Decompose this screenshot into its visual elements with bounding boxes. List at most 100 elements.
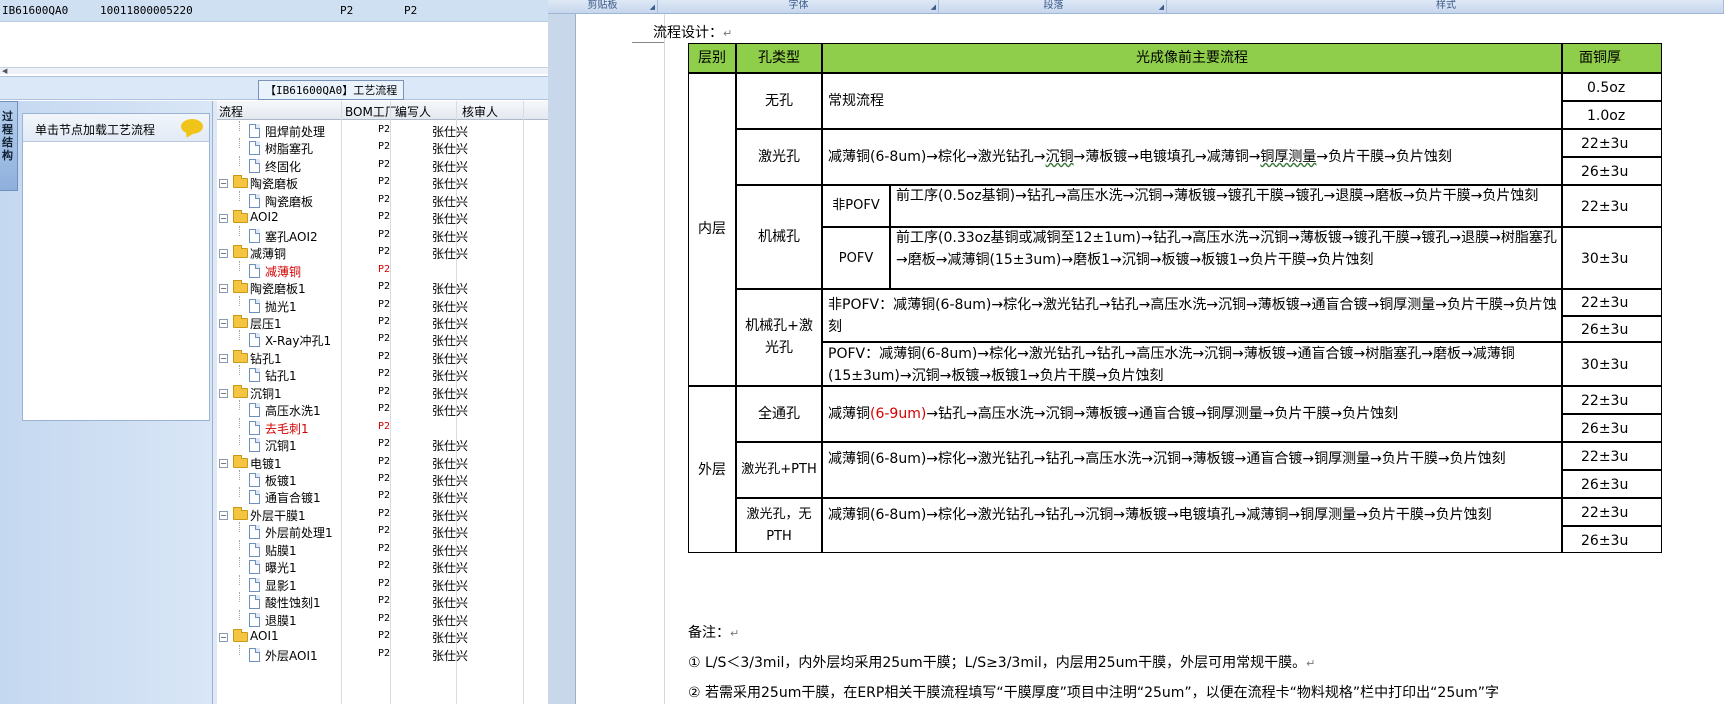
collapse-toggle-icon[interactable]: − [219,510,228,520]
tree-step-row[interactable]: 终固化 P2 张仕兴 [217,155,548,175]
col-header-flow[interactable]: 流程 [219,103,243,120]
flow-cell-mech-laser-non-pofv: 非POFV：减薄铜(6-8um)→棕化→激光钻孔→钻孔→高压水洗→沉铜→薄板镀→… [822,289,1562,342]
tree-step-row[interactable]: 减薄铜 P2 [217,260,548,280]
collapse-toggle-icon[interactable]: − [219,318,228,328]
cu-cell: 1.0oz [1562,101,1662,129]
tree-folder-row[interactable]: − 陶瓷磨板 P2 张仕兴 [217,173,548,192]
bom-factory-value: P2 [378,141,391,153]
tree-step-row[interactable]: 外层AOI1 P2 张仕兴 [217,644,548,664]
node-side-panel: 单击节点加载工艺流程 [0,101,213,704]
header-surface-cu-text: 面铜厚 [1579,50,1621,66]
cu-30-text: 30±3u [1581,251,1629,267]
collapse-toggle-icon[interactable]: − [219,458,228,468]
selected-order-row[interactable]: IB61600QA0 10011800005220 P2 P2 [0,0,548,22]
cu-cell: 22±3u [1562,129,1662,157]
tree-folder-row[interactable]: − 陶瓷磨板1 P2 张仕兴 [217,278,548,297]
ribbon-group-styles[interactable]: 样式 [1169,0,1724,13]
tree-step-row[interactable]: 陶瓷磨板 P2 张仕兴 [217,190,548,210]
tree-folder-row[interactable]: − 减薄铜 P2 张仕兴 [217,243,548,262]
node-panel-header[interactable]: 单击节点加载工艺流程 [23,114,209,142]
tree-folder-row[interactable]: − 电镀1 P2 张仕兴 [217,453,548,472]
col-header-reviewer[interactable]: 核审人 [462,103,498,120]
tree-step-row[interactable]: 曝光1 P2 张仕兴 [217,557,548,576]
tree-step-name: 陶瓷磨板 [250,177,299,192]
folder-icon [233,629,248,643]
tree-step-name: 层压1 [250,316,282,331]
collapse-toggle-icon[interactable]: − [219,388,228,398]
tree-step-name: 沉铜1 [265,439,297,454]
flow-cell-laser-no-pth: 减薄铜(6-8um)→棕化→激光钻孔→钻孔→沉铜→薄板镀→电镀填孔→减薄铜→铜厚… [822,498,1562,553]
tree-step-row[interactable]: X-Ray冲孔1 P2 张仕兴 [217,330,548,349]
tree-step-row[interactable]: 贴膜1 P2 张仕兴 [217,539,548,559]
collapse-toggle-icon[interactable]: − [219,179,228,189]
document-icon [249,438,260,453]
tree-step-row[interactable]: 外层前处理1 P2 张仕兴 [217,522,548,541]
tree-folder-row[interactable]: − 层压1 P2 张仕兴 [217,313,548,332]
collapse-toggle-icon[interactable]: − [219,284,228,294]
tree-step-name: 退膜1 [265,613,297,628]
tree-folder-row[interactable]: − 钻孔1 P2 张仕兴 [217,348,548,367]
tree-connector [239,365,240,376]
erp-window: IB61600QA0 10011800005220 P2 P2 ◀ 【IB616… [0,0,548,704]
tree-folder-row[interactable]: − 外层干膜1 P2 张仕兴 [217,505,548,524]
cu-30-text: 30±3u [1581,357,1629,373]
tree-folder-row[interactable]: − AOI1 P2 张仕兴 [217,627,548,646]
speech-bubble-icon [181,119,203,134]
through-flow-part: →钻孔→高压水洗→沉铜→薄板镀→通盲合镀→铜厚测量→负片干膜→负片蚀刻 [926,406,1399,422]
hole-cell-laser-no-pth: 激光孔，无PTH [736,498,822,553]
document-icon [249,263,260,278]
bom-factory-value: P2 [378,246,391,258]
tree-step-row[interactable]: 显影1 P2 张仕兴 [217,574,548,594]
collapse-toggle-icon[interactable]: − [219,249,228,259]
tree-folder-row[interactable]: − AOI2 P2 张仕兴 [217,208,548,227]
bom-factory-value: P2 [378,560,391,572]
ribbon-group-font[interactable]: 字体 ◢ [659,0,939,13]
folder-icon [233,454,248,468]
horizontal-scrollbar[interactable]: ◀ [0,67,548,75]
tree-connector [239,435,240,446]
bom-factory-value: P2 [378,507,391,519]
dialog-launcher-icon[interactable]: ◢ [650,2,655,13]
bom-factory-value: P2 [378,525,391,537]
collapse-toggle-icon[interactable]: − [219,214,228,224]
tree-step-row[interactable]: 抛光1 P2 张仕兴 [217,295,548,315]
tree-folder-row[interactable]: − 沉铜1 P2 张仕兴 [217,383,548,402]
dialog-launcher-icon[interactable]: ◢ [931,2,936,13]
bom-factory-value: P2 [378,577,391,589]
tree-step-row[interactable]: 通盲合镀1 P2 张仕兴 [217,487,548,506]
author-value: 张仕兴 [432,369,469,384]
process-structure-tab[interactable]: 过程结构 [0,101,18,191]
tree-step-row[interactable]: 塞孔AOI2 P2 张仕兴 [217,225,548,245]
scroll-left-icon[interactable]: ◀ [2,67,7,75]
tree-step-row[interactable]: 沉铜1 P2 张仕兴 [217,435,548,454]
document-page[interactable]: 流程设计：↵ 层别 孔类型 光成像前主要流程 面铜厚 内层 外层 无孔 常规流程… [575,14,1724,704]
col-header-author[interactable]: 编写人 [395,103,431,120]
tree-step-row[interactable]: 阻焊前处理 P2 张仕兴 [217,121,548,140]
tree-step-row[interactable]: 退膜1 P2 张仕兴 [217,609,548,629]
tree-step-name: AOI2 [250,210,279,225]
cu-26-text: 26±3u [1581,477,1629,493]
collapse-toggle-icon[interactable]: − [219,633,228,643]
tree-step-row[interactable]: 高压水洗1 P2 张仕兴 [217,400,548,419]
tree-step-row[interactable]: 板镀1 P2 张仕兴 [217,470,548,489]
tree-step-row[interactable]: 去毛刺1 P2 [217,417,548,437]
laser-flow-text: 减薄铜(6-8um)→棕化→激光钻孔→沉铜→薄板镀→电镀填孔→减薄铜→铜厚测量→… [828,146,1557,168]
cu-22-text: 22±3u [1581,505,1629,521]
ribbon-group-paragraph[interactable]: 段落 ◢ [941,0,1167,13]
header-cell-surface-cu: 面铜厚 [1562,43,1662,73]
ribbon-group-clipboard[interactable]: 剪贴板 ◢ [548,0,658,13]
flow-cell-mech-pofv: 前工序(0.33oz基铜或减铜至12±1um)→钻孔→高压水洗→沉铜→薄板镀→镀… [890,227,1562,289]
tree-connector [239,609,240,620]
tree-step-row[interactable]: 钻孔1 P2 张仕兴 [217,365,548,384]
cu-22-text: 22±3u [1581,295,1629,311]
dialog-launcher-icon[interactable]: ◢ [1159,2,1164,13]
cu-26-text: 26±3u [1581,533,1629,549]
tree-connector [239,138,240,149]
document-icon [249,403,260,418]
collapse-toggle-icon[interactable]: − [219,353,228,363]
tree-step-row[interactable]: 树脂塞孔 P2 张仕兴 [217,138,548,157]
font-label: 字体 [788,0,809,11]
cu-05-text: 0.5oz [1587,80,1626,96]
tree-connector [239,190,240,201]
tree-step-row[interactable]: 酸性蚀刻1 P2 张仕兴 [217,592,548,611]
